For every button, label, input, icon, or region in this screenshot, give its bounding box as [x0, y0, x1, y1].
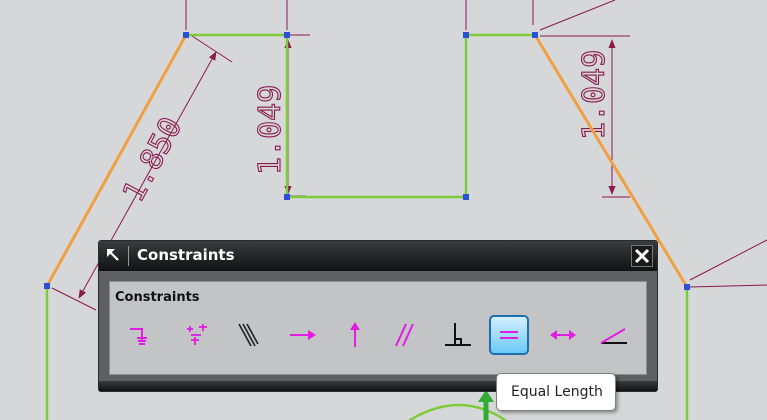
- point-on-curve-icon: [130, 328, 147, 345]
- constant-angle-button[interactable]: [593, 315, 633, 355]
- tooltip-text: Equal Length: [511, 384, 603, 400]
- horizontal-button[interactable]: [283, 315, 323, 355]
- equal-length-button[interactable]: [489, 315, 529, 355]
- collinear-icon: [238, 323, 259, 347]
- dimension-text-left[interactable]: 1.049: [252, 84, 288, 175]
- perpendicular-icon: [445, 323, 471, 346]
- dimension-text-diagonal[interactable]: 1.850: [116, 111, 190, 208]
- title-separator: [128, 246, 129, 266]
- reset-arrow-icon[interactable]: [103, 246, 125, 266]
- equal-length-icon: [500, 331, 518, 339]
- constant-angle-icon: [600, 328, 627, 344]
- dimension-text-right[interactable]: 1.049: [576, 49, 612, 140]
- perpendicular-button[interactable]: [437, 315, 477, 355]
- horizontal-icon: [290, 330, 316, 340]
- point-on-curve-button[interactable]: [123, 315, 163, 355]
- panel-title: Constraints: [115, 290, 200, 305]
- dialog-title: Constraints: [137, 246, 235, 264]
- collinear-button[interactable]: [229, 315, 269, 355]
- vertical-icon: [350, 322, 360, 347]
- constraints-dialog: Constraints Constraints: [98, 240, 658, 392]
- close-icon: [634, 248, 650, 264]
- tooltip: Equal Length: [496, 373, 616, 411]
- vertical-button[interactable]: [335, 315, 375, 355]
- midpoint-icon: [187, 324, 207, 345]
- constant-length-button[interactable]: [543, 315, 583, 355]
- parallel-icon: [395, 323, 414, 347]
- parallel-button[interactable]: [385, 315, 425, 355]
- constant-length-icon: [550, 330, 576, 340]
- midpoint-button[interactable]: [177, 315, 217, 355]
- close-button[interactable]: [631, 245, 653, 267]
- dialog-titlebar[interactable]: Constraints: [99, 241, 657, 271]
